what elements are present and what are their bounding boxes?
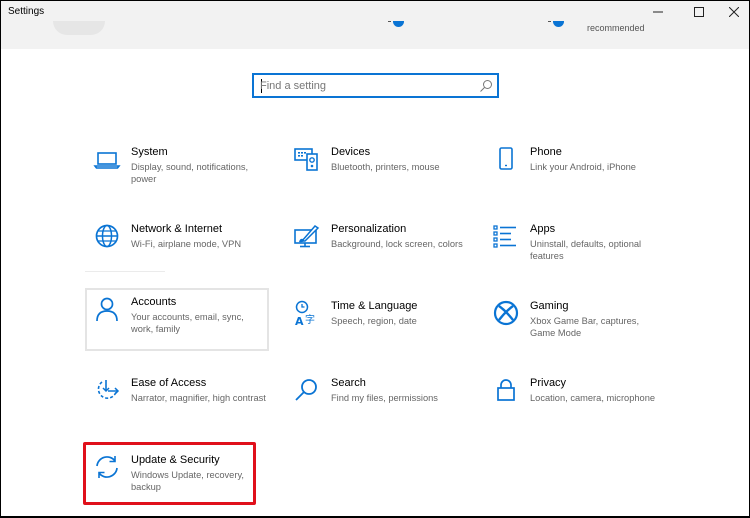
tile-description: Narrator, magnifier, high contrast bbox=[131, 393, 266, 403]
settings-window: Settings recommended System Display, sou bbox=[1, 1, 749, 516]
tile-description: Link your Android, iPhone bbox=[530, 162, 636, 172]
tile-update-security[interactable]: Update & Security Windows Update, recove… bbox=[85, 446, 267, 508]
paintbrush-icon bbox=[293, 222, 321, 250]
header-image-fragment bbox=[53, 21, 105, 35]
laptop-icon bbox=[93, 145, 121, 173]
window-title: Settings bbox=[8, 6, 45, 17]
tile-title: Time & Language bbox=[331, 300, 418, 312]
globe-icon bbox=[93, 222, 121, 250]
ease-of-access-icon bbox=[93, 376, 121, 404]
tile-description: Location, camera, microphone bbox=[530, 393, 656, 403]
xbox-icon bbox=[492, 299, 520, 327]
search-field[interactable] bbox=[252, 73, 499, 98]
tile-system[interactable]: System Display, sound, notifications, po… bbox=[85, 138, 267, 200]
phone-icon bbox=[492, 145, 520, 173]
tile-description: Display, sound, notifications, power bbox=[131, 162, 249, 184]
tile-description: Windows Update, recovery, backup bbox=[131, 470, 244, 492]
tile-title: Personalization bbox=[331, 223, 407, 235]
tile-personalization[interactable]: Personalization Background, lock screen,… bbox=[285, 215, 467, 277]
tile-description: Your accounts, email, sync, work, family bbox=[131, 312, 244, 334]
magnifier-icon bbox=[293, 376, 321, 404]
close-icon bbox=[729, 7, 739, 17]
search-icon[interactable] bbox=[479, 79, 493, 93]
tile-description: Uninstall, defaults, optional features bbox=[530, 239, 642, 261]
minimize-icon bbox=[653, 11, 663, 13]
tile-title: Phone bbox=[530, 146, 562, 158]
apps-list-icon bbox=[492, 222, 520, 250]
tile-apps[interactable]: Apps Uninstall, defaults, optional featu… bbox=[484, 215, 666, 277]
recommended-label: recommended bbox=[587, 23, 645, 33]
tile-privacy[interactable]: Privacy Location, camera, microphone bbox=[484, 369, 666, 431]
sync-arrows-icon bbox=[93, 453, 121, 481]
close-button[interactable] bbox=[717, 1, 749, 23]
person-icon bbox=[93, 295, 121, 323]
tile-title: Accounts bbox=[131, 296, 177, 308]
tile-title: Ease of Access bbox=[131, 377, 207, 389]
tile-description: Xbox Game Bar, captures, Game Mode bbox=[530, 316, 640, 338]
tile-title: Network & Internet bbox=[131, 223, 223, 235]
header-dash bbox=[548, 21, 551, 22]
tile-title: Apps bbox=[530, 223, 556, 235]
tile-search[interactable]: Search Find my files, permissions bbox=[285, 369, 467, 431]
tile-title: Search bbox=[331, 377, 366, 389]
search-input[interactable] bbox=[260, 78, 470, 94]
tile-description: Background, lock screen, colors bbox=[331, 239, 463, 249]
maximize-button[interactable] bbox=[682, 1, 716, 23]
tile-title: Devices bbox=[331, 146, 371, 158]
tile-title: Update & Security bbox=[131, 454, 220, 466]
tile-devices[interactable]: Devices Bluetooth, printers, mouse bbox=[285, 138, 467, 200]
time-language-icon: A字 bbox=[293, 299, 321, 328]
tile-time-language[interactable]: A字 Time & Language Speech, region, date bbox=[285, 292, 467, 354]
tile-title: System bbox=[131, 146, 168, 158]
header-status-dot bbox=[393, 21, 404, 27]
title-bar: Settings recommended bbox=[1, 1, 749, 49]
maximize-icon bbox=[694, 7, 704, 17]
tile-accounts[interactable]: Accounts Your accounts, email, sync, wor… bbox=[85, 288, 269, 351]
header-status-dot bbox=[553, 21, 564, 27]
tile-description: Wi-Fi, airplane mode, VPN bbox=[131, 239, 242, 249]
minimize-button[interactable] bbox=[641, 1, 675, 23]
tile-title: Privacy bbox=[530, 377, 567, 389]
devices-icon bbox=[293, 145, 321, 173]
tile-network-internet[interactable]: Network & Internet Wi-Fi, airplane mode,… bbox=[85, 215, 267, 277]
lock-icon bbox=[492, 376, 520, 404]
tile-description: Bluetooth, printers, mouse bbox=[331, 162, 440, 172]
tile-description: Find my files, permissions bbox=[331, 393, 438, 403]
tile-gaming[interactable]: Gaming Xbox Game Bar, captures, Game Mod… bbox=[484, 292, 666, 354]
tile-phone[interactable]: Phone Link your Android, iPhone bbox=[484, 138, 666, 200]
svg-text:A: A bbox=[295, 315, 304, 327]
tile-title: Gaming bbox=[530, 300, 569, 312]
tile-description: Speech, region, date bbox=[331, 316, 417, 326]
tile-ease-of-access[interactable]: Ease of Access Narrator, magnifier, high… bbox=[85, 369, 267, 431]
header-dash bbox=[388, 21, 391, 22]
svg-text:字: 字 bbox=[305, 313, 315, 326]
